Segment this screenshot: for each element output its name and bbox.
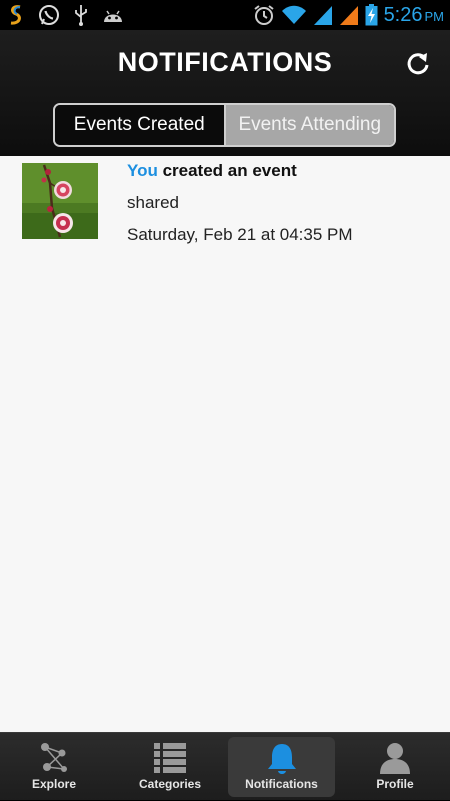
notification-action: created an event	[157, 161, 297, 180]
alarm-icon	[253, 5, 274, 25]
tab-profile-label: Profile	[376, 777, 414, 791]
android-debug-icon	[104, 10, 122, 22]
event-thumbnail	[22, 163, 98, 239]
wifi-icon	[281, 5, 306, 24]
event-name: shared	[127, 193, 179, 212]
profile-icon	[380, 743, 410, 774]
event-datetime: Saturday, Feb 21 at 04:35 PM	[127, 225, 353, 244]
bottom-tab-bar: Explore Categories Notifications Profile	[0, 732, 450, 800]
explore-icon	[41, 743, 67, 772]
tab-events-created[interactable]: Events Created	[55, 105, 226, 145]
tab-categories[interactable]: Categories	[115, 733, 225, 801]
tab-categories-label: Categories	[138, 777, 202, 791]
signal-1-icon	[313, 6, 332, 25]
refresh-icon[interactable]	[404, 50, 432, 78]
notifications-list: You created an event shared Saturday, Fe…	[0, 156, 450, 732]
events-segmented-control: Events Created Events Attending	[53, 103, 396, 147]
tab-notifications-label: Notifications	[245, 777, 318, 791]
tab-profile[interactable]: Profile	[340, 733, 450, 801]
usb-icon	[75, 5, 87, 26]
tab-notifications[interactable]: Notifications	[228, 737, 335, 797]
tab-explore-label: Explore	[31, 777, 76, 791]
page-title: NOTIFICATIONS	[117, 47, 333, 77]
list-item[interactable]: You created an event shared Saturday, Fe…	[0, 156, 450, 256]
bell-icon	[267, 744, 296, 774]
tab-explore[interactable]: Explore	[0, 733, 108, 801]
battery-charging-icon	[365, 4, 378, 26]
blossom-2	[53, 213, 73, 233]
app-header: NOTIFICATIONS Events Created Events Atte…	[0, 30, 450, 156]
whatsapp-icon	[39, 5, 59, 25]
notification-actor: You	[127, 161, 158, 180]
list-icon	[154, 743, 186, 773]
tab-events-attending[interactable]: Events Attending	[225, 105, 394, 145]
status-time: 5:26 PM	[383, 3, 444, 26]
blossom-1	[54, 181, 72, 199]
signal-2-icon	[339, 6, 358, 25]
status-bar: 5:26 PM	[0, 0, 450, 30]
app-s-icon	[10, 5, 21, 25]
notification-title: You created an event	[127, 161, 297, 181]
